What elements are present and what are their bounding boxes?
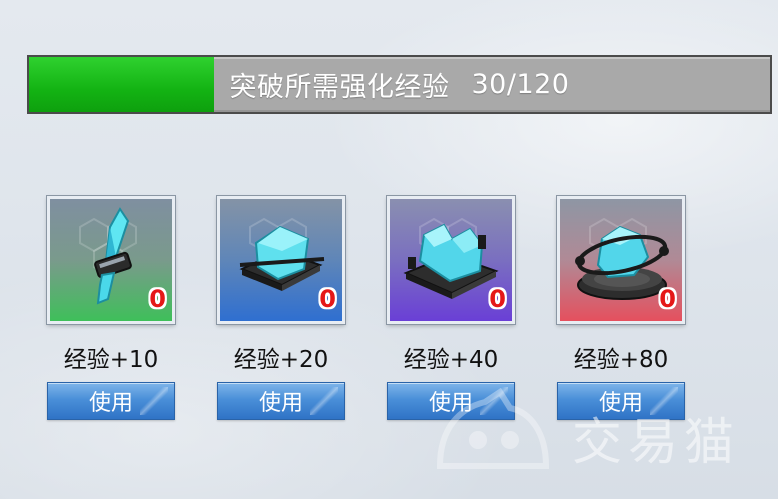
exp-label: 经验+40: [403, 347, 499, 373]
exp-bar-label: 突破所需强化经验: [229, 72, 450, 103]
item-count: 0: [149, 285, 166, 313]
item-count: 0: [659, 285, 676, 313]
item-slot[interactable]: 0: [387, 196, 515, 324]
exp-label: 经验+10: [63, 347, 159, 373]
exp-item-20: 0 经验+20 使用: [217, 196, 345, 420]
exp-item-40: 0 经验+40 使用: [387, 196, 515, 420]
exp-item-10: 0 经验+10 使用: [47, 196, 175, 420]
item-slot[interactable]: 0: [217, 196, 345, 324]
item-count: 0: [319, 285, 336, 313]
exp-item-80: 0 经验+80 使用: [557, 196, 685, 420]
exp-label: 经验+20: [233, 347, 329, 373]
item-count: 0: [489, 285, 506, 313]
exp-bar-text: 突破所需强化经验 30/120: [29, 57, 770, 112]
use-button[interactable]: 使用: [387, 382, 515, 420]
exp-label: 经验+80: [573, 347, 669, 373]
exp-bar-value: 30/120: [471, 69, 570, 100]
use-button[interactable]: 使用: [217, 382, 345, 420]
breakthrough-exp-bar: 突破所需强化经验 30/120: [27, 55, 772, 114]
item-slot[interactable]: 0: [557, 196, 685, 324]
use-button[interactable]: 使用: [557, 382, 685, 420]
item-slot[interactable]: 0: [47, 196, 175, 324]
use-button[interactable]: 使用: [47, 382, 175, 420]
